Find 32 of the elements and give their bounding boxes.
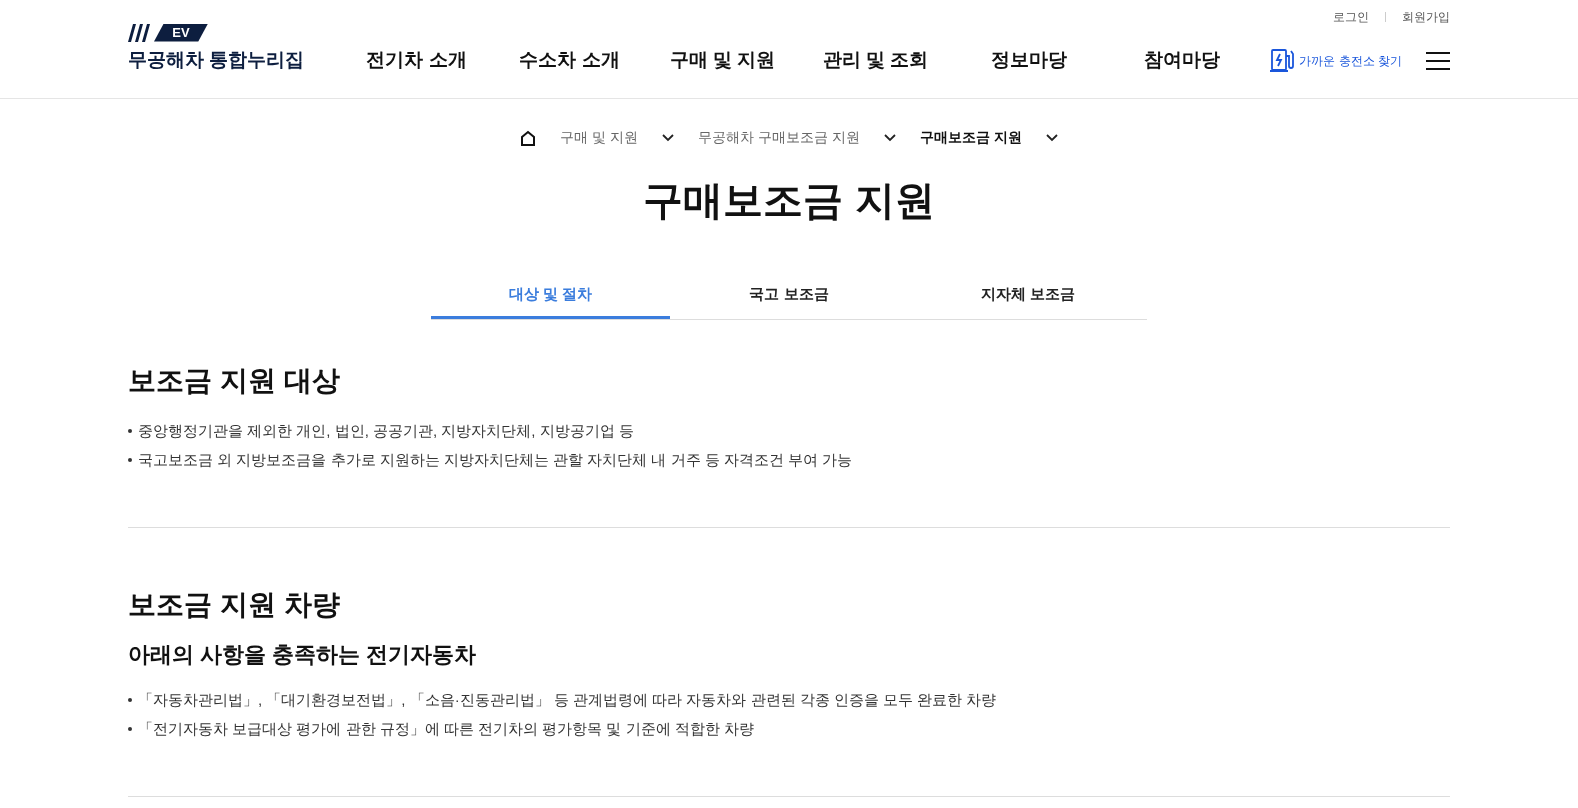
logo-badge: EV (154, 23, 208, 42)
breadcrumb-item[interactable]: 구매보조금 지원 (919, 127, 1022, 148)
chevron-down-icon (662, 133, 675, 142)
stripes-icon (128, 23, 152, 42)
nav-menu-item[interactable]: 관리 및 조회 (799, 45, 952, 74)
site-logo-text[interactable]: 무공해차 통합누리집 (128, 45, 328, 74)
nav-menu-item[interactable]: 수소차 소개 (493, 45, 646, 74)
page-title: 구매보조금 지원 (642, 177, 936, 224)
charger-link[interactable]: 가까운 충전소 찾기 (1269, 48, 1402, 74)
bullet-text: 「자동차관리법」, 「대기환경보전법」, 「소음·진동관리법」 등 관계법령에 따라 자동차와 관련된 각종 인증을 모두 완료한 차량 (138, 690, 997, 710)
login-link[interactable]: 로그인 (1333, 8, 1369, 26)
tab[interactable]: 지자체 보조금 (908, 272, 1147, 319)
breadcrumb-item[interactable]: 무공해차 구매보조금 지원 (698, 127, 860, 148)
chevron-down-icon (883, 133, 896, 142)
tab[interactable]: 국고 보조금 (669, 272, 909, 319)
bullet-text: 중앙행정기관을 제외한 개인, 법인, 공공기관, 지방자치단체, 지방공기업 등 (138, 421, 634, 441)
section-heading: 보조금 지원 차량 (128, 588, 341, 622)
section-heading: 보조금 지원 대상 (128, 364, 341, 398)
bullet-text: 국고보조금 외 지방보조금을 추가로 지원하는 지방자치단체는 관할 자치단체 내 거주 등 자격조건 부여 가능 (138, 449, 853, 470)
menu-icon[interactable] (1426, 52, 1450, 70)
nav-menu-item[interactable]: 전기차 소개 (340, 45, 493, 74)
signup-link[interactable]: 회원가입 (1402, 8, 1450, 26)
nav-menu-item[interactable]: 구매 및 지원 (646, 45, 799, 74)
chevron-down-icon (1045, 133, 1058, 142)
charger-icon (1269, 48, 1296, 74)
tab[interactable]: 대상 및 절차 (431, 272, 670, 319)
bullet-text: 「전기자동차 보급대상 평가에 관한 규정」에 따른 전기차의 평가항목 및 기준에 적합한 차량 (138, 718, 754, 739)
section-subheading: 아래의 사항을 충족하는 전기자동차 (128, 641, 478, 669)
breadcrumb-item[interactable]: 구매 및 지원 (560, 127, 639, 148)
nav-menu-item[interactable]: 참여마당 (1105, 45, 1258, 74)
home-icon[interactable] (520, 129, 537, 146)
nav-menu-item[interactable]: 정보마당 (952, 45, 1105, 74)
